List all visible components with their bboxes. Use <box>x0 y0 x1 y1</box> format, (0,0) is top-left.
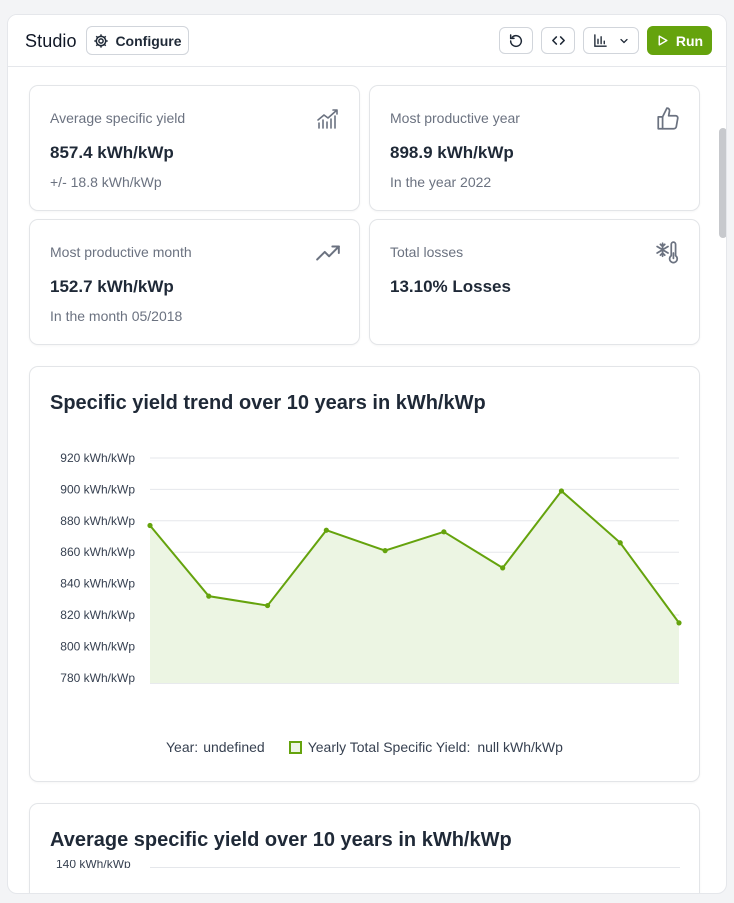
series-area <box>150 490 679 683</box>
bar-trend-icon <box>317 109 338 129</box>
y-tick-label: 780 kWh/kWp <box>60 671 135 685</box>
y-tick-label: 880 kWh/kWp <box>60 514 135 528</box>
legend-swatch <box>288 740 302 754</box>
data-point[interactable] <box>323 527 329 533</box>
scrollbar-thumb[interactable] <box>719 128 726 238</box>
y-tick-label: 820 kWh/kWp <box>60 608 135 622</box>
trend-chart-card: Specific yield trend over 10 years in kW… <box>29 366 700 782</box>
thumbs-up-icon <box>657 107 679 130</box>
stat-label: Total losses <box>390 244 464 260</box>
data-point[interactable] <box>264 602 271 609</box>
play-icon <box>658 35 668 46</box>
trending-up-icon <box>316 245 340 261</box>
configure-label: Configure <box>115 32 182 49</box>
stat-card-total-losses: Total losses 13.10% Losses <box>369 219 700 345</box>
chevron-down-icon <box>619 38 628 43</box>
stat-sub: +/- 18.8 kWh/kWp <box>50 174 162 190</box>
reset-button[interactable] <box>499 27 533 54</box>
y-tick-label: 860 kWh/kWp <box>60 545 135 559</box>
stat-card-productive-month: Most productive month 152.7 kWh/kWp In t… <box>29 219 360 345</box>
chart-legend: Year: undefined Yearly Total Specific Yi… <box>166 739 563 755</box>
chart-type-dropdown[interactable] <box>583 27 639 54</box>
configure-button[interactable]: Configure <box>86 26 189 55</box>
stat-label: Most productive year <box>390 110 520 126</box>
stat-value: 898.9 kWh/kWp <box>390 143 514 162</box>
run-button[interactable]: Run <box>647 26 712 55</box>
y-tick-label: 840 kWh/kWp <box>60 577 135 591</box>
gear-icon <box>94 33 109 48</box>
toolbar: Studio Configure Run <box>8 15 726 67</box>
chart-title: Average specific yield over 10 years in … <box>50 829 512 851</box>
data-point[interactable] <box>382 548 388 554</box>
data-point[interactable] <box>500 565 506 571</box>
y-tick-label: 900 kWh/kWp <box>60 482 135 496</box>
stat-card-productive-year: Most productive year 898.9 kWh/kWp In th… <box>369 85 700 211</box>
legend-series-key: Yearly Total Specific Yield: <box>307 739 471 755</box>
stat-sub: In the month 05/2018 <box>50 308 183 324</box>
y-tick-label: 800 kWh/kWp <box>60 639 135 653</box>
data-point[interactable] <box>617 540 623 546</box>
data-point[interactable] <box>206 593 212 599</box>
code-button[interactable] <box>541 27 575 54</box>
run-label: Run <box>675 32 704 49</box>
stat-label: Average specific yield <box>50 110 186 126</box>
legend-x-key: Year: <box>166 739 199 755</box>
studio-window: Studio Configure Run Average specific yi… <box>7 14 727 894</box>
avg-chart-first-tick: 140 kWh/kWp <box>56 860 131 868</box>
code-icon <box>551 36 565 45</box>
y-tick-label: 920 kWh/kWp <box>60 451 135 465</box>
stat-label: Most productive month <box>50 244 192 260</box>
data-point[interactable] <box>441 529 447 535</box>
stat-value: 857.4 kWh/kWp <box>50 143 174 162</box>
bar-chart-icon <box>593 34 607 47</box>
legend-x-value: undefined <box>203 739 265 755</box>
trend-chart: 920 kWh/kWp 900 kWh/kWp 880 kWh/kWp 860 kWh… <box>60 451 682 685</box>
data-point[interactable] <box>147 522 153 529</box>
avg-chart-card: Average specific yield over 10 years in … <box>29 803 700 893</box>
legend-series-value: null kWh/kWp <box>477 739 563 755</box>
stat-sub: In the year 2022 <box>390 174 492 190</box>
data-point[interactable] <box>676 620 682 626</box>
stat-value: 13.10% Losses <box>390 277 511 296</box>
app-title: Studio <box>25 31 77 51</box>
thermometer-snow-icon <box>656 241 679 264</box>
data-point[interactable] <box>558 488 565 494</box>
stat-card-average-yield: Average specific yield 857.4 kWh/kWp +/-… <box>29 85 360 211</box>
avg-chart-gridline <box>150 867 680 868</box>
rotate-ccw-icon <box>509 33 523 47</box>
stat-value: 152.7 kWh/kWp <box>50 277 174 296</box>
dashboard-content: Average specific yield 857.4 kWh/kWp +/-… <box>8 68 726 893</box>
